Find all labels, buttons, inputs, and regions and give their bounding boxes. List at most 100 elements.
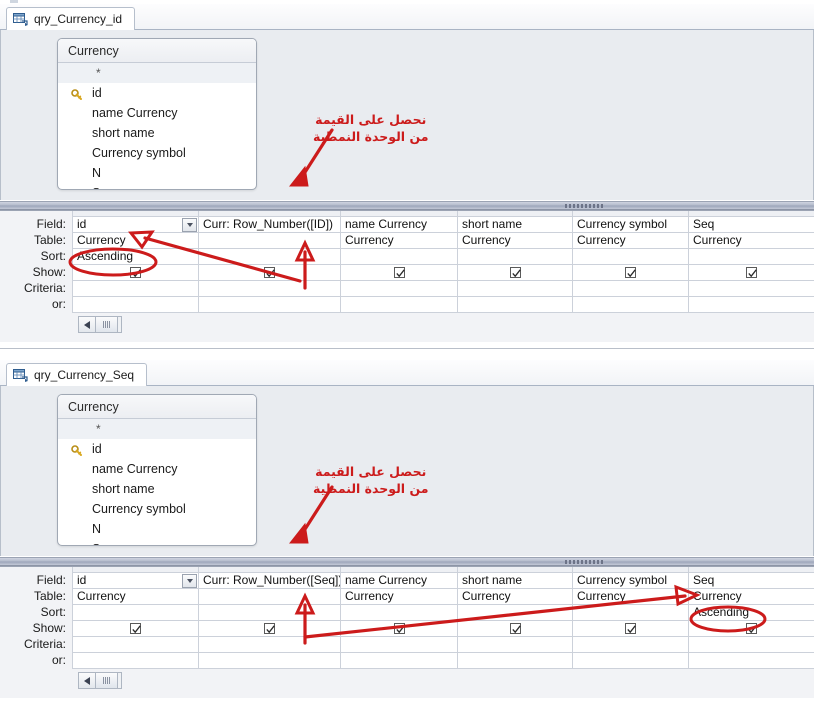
grid-cell-or[interactable] (572, 652, 689, 669)
chevron-down-icon[interactable] (182, 217, 197, 231)
grid-cell-or[interactable] (688, 296, 814, 313)
grid-hscrollbar-2[interactable] (78, 672, 122, 689)
field-item-asterisk[interactable]: * (58, 419, 256, 439)
chevron-down-icon[interactable] (182, 573, 197, 587)
tab-qry-currency-id[interactable]: qry_Currency_id (6, 7, 136, 30)
grid-row-field[interactable]: id Curr: Row_Number([ID]) name Currency sho… (72, 216, 814, 233)
grid-row-field[interactable]: id Curr: Row_Number([Seq]) name Currency sh… (72, 572, 814, 589)
grid-cell-field[interactable]: Currency symbol (572, 216, 689, 233)
field-item-id[interactable]: id (58, 83, 256, 103)
field-item-seq[interactable]: Seq (58, 539, 256, 545)
grid-cell-field[interactable]: name Currency (340, 216, 458, 233)
grid-cell-table[interactable]: Currency (688, 588, 814, 605)
grid-cell-or[interactable] (340, 296, 458, 313)
grid-table-1[interactable]: id Curr: Row_Number([ID]) name Currency sho… (72, 211, 814, 313)
grid-cell-table[interactable]: Currency (340, 232, 458, 249)
grid-cell-show[interactable] (340, 264, 458, 281)
grid-cell-or[interactable] (198, 652, 341, 669)
grid-cell-table[interactable]: Currency (72, 232, 199, 249)
show-checkbox[interactable] (509, 267, 521, 279)
field-item-name-currency[interactable]: name Currency (58, 103, 256, 123)
show-checkbox[interactable] (393, 267, 405, 279)
grid-cell-or[interactable] (572, 296, 689, 313)
grid-cell-field[interactable]: name Currency (340, 572, 458, 589)
show-checkbox[interactable] (130, 623, 141, 635)
grid-cell-field[interactable]: Curr: Row_Number([Seq]) (198, 572, 341, 589)
field-item-id[interactable]: id (58, 439, 256, 459)
grid-cell-field[interactable]: Seq (688, 572, 814, 589)
grid-cell-criteria[interactable] (688, 280, 814, 297)
grid-cell-criteria[interactable] (72, 636, 199, 653)
grid-cell-criteria[interactable] (688, 636, 814, 653)
grid-cell-table[interactable] (198, 232, 341, 249)
grid-row-sort[interactable]: Ascending (72, 248, 814, 265)
grid-cell-or[interactable] (688, 652, 814, 669)
grid-cell-table[interactable]: Currency (340, 588, 458, 605)
grid-cell-table[interactable]: Currency (572, 232, 689, 249)
show-checkbox[interactable] (393, 623, 405, 635)
grid-cell-table[interactable]: Currency (572, 588, 689, 605)
grid-cell-sort[interactable] (340, 248, 458, 265)
show-checkbox[interactable] (746, 267, 757, 279)
grid-cell-field[interactable]: id (72, 216, 199, 233)
show-checkbox[interactable] (509, 623, 521, 635)
grid-cell-show[interactable] (198, 264, 341, 281)
grid-cell-table[interactable]: Currency (688, 232, 814, 249)
grid-cell-sort[interactable] (72, 604, 199, 621)
grid-cell-or[interactable] (198, 296, 341, 313)
grid-row-show[interactable] (72, 620, 814, 637)
grid-cell-criteria[interactable] (457, 280, 573, 297)
grid-cell-field[interactable]: Curr: Row_Number([ID]) (198, 216, 341, 233)
grid-cell-show[interactable] (688, 264, 814, 281)
scroll-left-arrow-icon[interactable] (79, 673, 96, 688)
grid-cell-sort[interactable] (457, 604, 573, 621)
splitter-1[interactable] (0, 201, 814, 210)
field-item-short-name[interactable]: short name (58, 123, 256, 143)
scroll-thumb-grip-icon[interactable] (96, 317, 118, 332)
grid-cell-sort[interactable] (572, 248, 689, 265)
show-checkbox[interactable] (746, 623, 757, 635)
field-item-n[interactable]: N (58, 519, 256, 539)
grid-cell-field[interactable]: Currency symbol (572, 572, 689, 589)
show-checkbox[interactable] (625, 267, 636, 279)
grid-cell-criteria[interactable] (198, 280, 341, 297)
grid-cell-show[interactable] (572, 620, 689, 637)
field-item-short-name[interactable]: short name (58, 479, 256, 499)
show-checkbox[interactable] (625, 623, 636, 635)
grid-cell-sort[interactable]: Ascending (72, 248, 199, 265)
grid-cell-field[interactable]: id (72, 572, 199, 589)
grid-cell-criteria[interactable] (198, 636, 341, 653)
grid-cell-criteria[interactable] (572, 636, 689, 653)
grid-cell-table[interactable]: Currency (457, 588, 573, 605)
grid-cell-or[interactable] (457, 652, 573, 669)
grid-cell-or[interactable] (340, 652, 458, 669)
field-item-currency-symbol[interactable]: Currency symbol (58, 143, 256, 163)
grid-cell-sort[interactable] (198, 248, 341, 265)
grid-cell-sort[interactable] (340, 604, 458, 621)
grid-cell-sort[interactable]: Ascending (688, 604, 814, 621)
grid-cell-criteria[interactable] (457, 636, 573, 653)
grid-cell-or[interactable] (72, 296, 199, 313)
grid-cell-table[interactable]: Currency (457, 232, 573, 249)
grid-cell-sort[interactable] (198, 604, 341, 621)
grid-row-table[interactable]: Currency Currency Currency Currency Currency (72, 232, 814, 249)
show-checkbox[interactable] (264, 623, 275, 635)
grid-row-sort[interactable]: Ascending (72, 604, 814, 621)
grid-cell-table[interactable]: Currency (72, 588, 199, 605)
grid-cell-show[interactable] (72, 620, 199, 637)
grid-row-criteria[interactable] (72, 636, 814, 653)
grid-cell-table[interactable] (198, 588, 341, 605)
grid-cell-criteria[interactable] (572, 280, 689, 297)
grid-cell-sort[interactable] (572, 604, 689, 621)
field-list-currency-2[interactable]: Currency * id name Currency short name C… (57, 394, 257, 546)
scroll-left-arrow-icon[interactable] (79, 317, 96, 332)
grid-cell-show[interactable] (72, 264, 199, 281)
grid-cell-show[interactable] (457, 620, 573, 637)
grid-cell-criteria[interactable] (72, 280, 199, 297)
grid-row-criteria[interactable] (72, 280, 814, 297)
grid-hscrollbar-1[interactable] (78, 316, 122, 333)
field-item-asterisk[interactable]: * (58, 63, 256, 83)
grid-row-show[interactable] (72, 264, 814, 281)
grid-cell-show[interactable] (198, 620, 341, 637)
grid-cell-show[interactable] (572, 264, 689, 281)
